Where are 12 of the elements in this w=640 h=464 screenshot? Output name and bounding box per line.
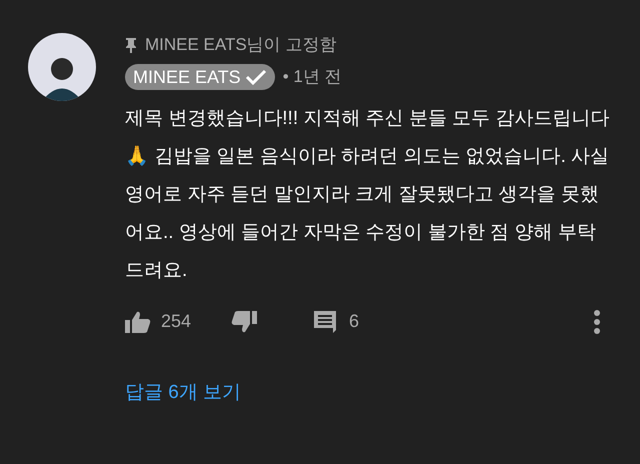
author-badge[interactable]: MINEE EATS (125, 64, 275, 90)
comment-icon[interactable] (313, 310, 338, 334)
like-count: 254 (161, 310, 192, 333)
thumbs-down-icon[interactable] (231, 310, 258, 334)
view-replies-link[interactable]: 답글 6개 보기 (125, 379, 242, 408)
reply-count: 6 (349, 310, 360, 333)
thumbs-up-icon[interactable] (125, 310, 151, 334)
more-options-icon[interactable] (594, 310, 600, 334)
comment-text: 제목 변경했습니다!!! 지적해 주신 분들 모두 감사드립니다🙏 김밥을 일본 음식이라 하려던 의도는 없었습니다. 사실 영어로 자주 듣던 말인지라 크게 잘못됐다고 생각을 못했어요.. 영상에 들어간 자막은 수정이 불가한 점 양해 부탁드려요. (125, 107, 610, 283)
pin-icon (125, 37, 137, 53)
comment-time: • 1년 전 (282, 66, 342, 88)
pinned-label: MINEE EATS님이 고정함 (145, 34, 336, 56)
